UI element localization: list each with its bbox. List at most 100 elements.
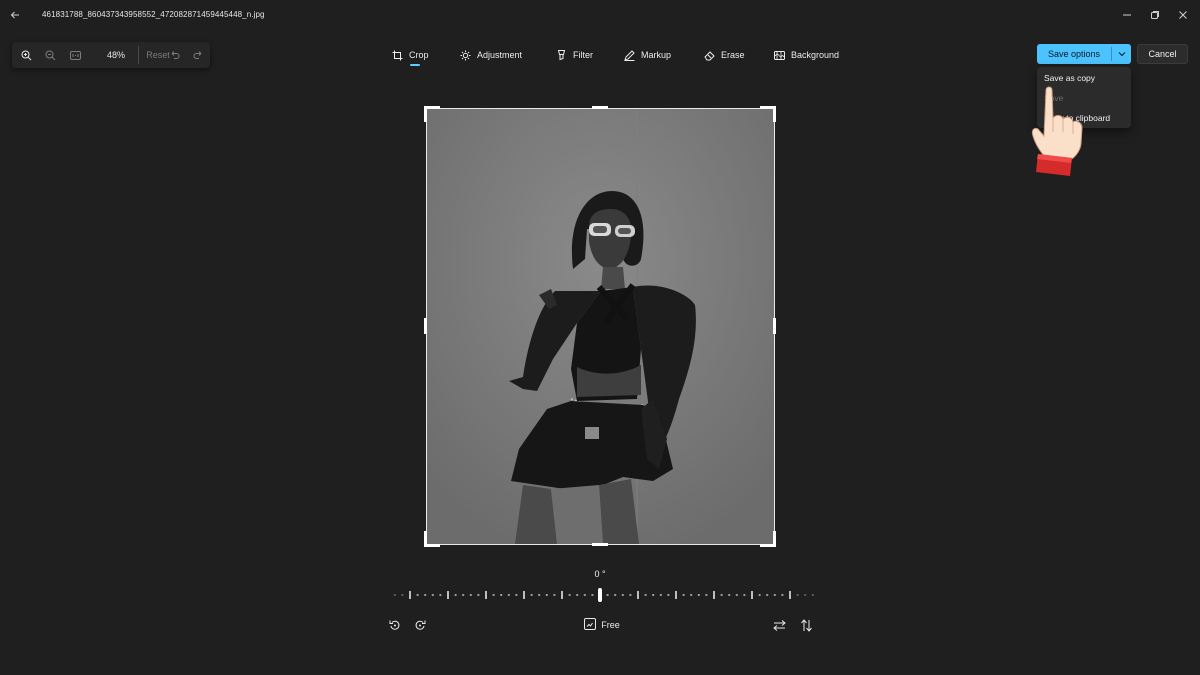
zoom-level[interactable]: 48% bbox=[98, 42, 134, 68]
tab-erase-label: Erase bbox=[721, 50, 745, 60]
close-icon[interactable] bbox=[1174, 7, 1192, 23]
ruler-minor-tick bbox=[583, 594, 586, 596]
crop-frame[interactable] bbox=[426, 108, 775, 545]
ruler-minor-tick bbox=[621, 594, 624, 596]
pen-icon bbox=[623, 49, 635, 61]
flip-vertical-icon[interactable] bbox=[798, 617, 814, 633]
ruler-major-tick bbox=[751, 591, 753, 599]
ruler-minor-tick bbox=[644, 594, 647, 596]
ruler-minor-tick bbox=[545, 594, 548, 596]
ruler-minor-tick bbox=[477, 594, 480, 596]
rotate-right-icon[interactable] bbox=[412, 617, 428, 633]
zoom-in-icon[interactable] bbox=[18, 42, 34, 68]
save-options-label: Save options bbox=[1047, 49, 1101, 59]
sun-icon bbox=[459, 49, 471, 61]
ruler-minor-tick bbox=[500, 594, 503, 596]
crop-handle-top-right[interactable] bbox=[760, 106, 776, 122]
aspect-ratio-icon bbox=[584, 618, 597, 632]
ruler-minor-tick bbox=[705, 594, 708, 596]
zoom-out-icon[interactable] bbox=[42, 42, 58, 68]
tab-erase[interactable]: Erase bbox=[703, 46, 745, 64]
tab-markup-label: Markup bbox=[641, 50, 672, 60]
ruler-minor-tick bbox=[682, 594, 685, 596]
ruler-minor-tick bbox=[454, 594, 457, 596]
ruler-major-tick bbox=[561, 591, 563, 599]
ruler-minor-tick bbox=[393, 594, 396, 596]
restore-icon[interactable] bbox=[1146, 7, 1164, 23]
fit-icon[interactable] bbox=[67, 42, 83, 68]
ruler-minor-tick bbox=[431, 594, 434, 596]
chevron-down-icon[interactable] bbox=[1112, 50, 1131, 59]
ruler-minor-tick bbox=[796, 594, 799, 596]
ruler-minor-tick bbox=[766, 594, 769, 596]
save-options-button[interactable]: Save options bbox=[1037, 44, 1131, 64]
crop-handle-bottom-left[interactable] bbox=[424, 531, 440, 547]
background-icon bbox=[773, 49, 785, 61]
ruler-minor-tick bbox=[515, 594, 518, 596]
tab-adjustment-label: Adjustment bbox=[477, 50, 523, 60]
rotation-slider-thumb bbox=[598, 588, 602, 602]
ruler-minor-tick bbox=[530, 594, 533, 596]
flip-horizontal-icon[interactable] bbox=[771, 617, 787, 633]
crop-handle-bottom-right[interactable] bbox=[760, 531, 776, 547]
ruler-minor-tick bbox=[804, 594, 807, 596]
tab-markup[interactable]: Markup bbox=[623, 46, 671, 64]
title-bar: 461831788_860437343958552_47208287145944… bbox=[0, 0, 1200, 30]
ruler-minor-tick bbox=[758, 594, 761, 596]
ruler-minor-tick bbox=[735, 594, 738, 596]
redo-icon[interactable] bbox=[190, 42, 206, 68]
ruler-minor-tick bbox=[538, 594, 541, 596]
ruler-minor-tick bbox=[629, 594, 632, 596]
undo-icon[interactable] bbox=[167, 42, 183, 68]
back-arrow-icon[interactable] bbox=[6, 6, 24, 24]
ruler-minor-tick bbox=[591, 594, 594, 596]
aspect-ratio-label: Free bbox=[601, 620, 620, 630]
crop-handle-bottom[interactable] bbox=[592, 543, 608, 546]
ruler-minor-tick bbox=[507, 594, 510, 596]
ruler-minor-tick bbox=[553, 594, 556, 596]
ruler-minor-tick bbox=[492, 594, 495, 596]
rotation-slider[interactable] bbox=[388, 588, 814, 602]
ruler-minor-tick bbox=[576, 594, 579, 596]
crop-icon bbox=[391, 49, 403, 61]
tab-crop-label: Crop bbox=[409, 50, 429, 60]
ruler-major-tick bbox=[447, 591, 449, 599]
ruler-minor-tick bbox=[728, 594, 731, 596]
ruler-minor-tick bbox=[462, 594, 465, 596]
tab-adjustment[interactable]: Adjustment bbox=[459, 46, 522, 64]
ruler-minor-tick bbox=[697, 594, 700, 596]
ruler-major-tick bbox=[713, 591, 715, 599]
active-tab-indicator bbox=[410, 64, 420, 66]
crop-handle-right[interactable] bbox=[773, 318, 776, 334]
file-name: 461831788_860437343958552_47208287145944… bbox=[42, 10, 265, 19]
ruler-minor-tick bbox=[720, 594, 723, 596]
tab-background-label: Background bbox=[791, 50, 840, 60]
aspect-ratio-button[interactable]: Free bbox=[582, 617, 622, 633]
crop-handle-top-left[interactable] bbox=[424, 106, 440, 122]
ruler-minor-tick bbox=[811, 594, 814, 596]
ruler-minor-tick bbox=[614, 594, 617, 596]
ruler-minor-tick bbox=[773, 594, 776, 596]
ruler-minor-tick bbox=[439, 594, 442, 596]
cancel-button[interactable]: Cancel bbox=[1137, 44, 1188, 64]
ruler-minor-tick bbox=[606, 594, 609, 596]
tab-crop[interactable]: Crop bbox=[391, 46, 429, 64]
ruler-minor-tick bbox=[568, 594, 571, 596]
ruler-minor-tick bbox=[667, 594, 670, 596]
separator bbox=[138, 46, 139, 64]
ruler-minor-tick bbox=[743, 594, 746, 596]
tab-background[interactable]: Background bbox=[773, 46, 839, 64]
tab-filter[interactable]: Filter bbox=[555, 46, 593, 64]
ruler-minor-tick bbox=[652, 594, 655, 596]
zoom-toolbar: 48% Reset bbox=[12, 42, 210, 68]
crop-handle-left[interactable] bbox=[424, 318, 427, 334]
crop-handle-top[interactable] bbox=[592, 106, 608, 109]
filter-icon bbox=[555, 49, 567, 61]
ruler-major-tick bbox=[637, 591, 639, 599]
menu-item-save-as-copy[interactable]: Save as copy bbox=[1044, 73, 1095, 83]
ruler-minor-tick bbox=[659, 594, 662, 596]
rotate-left-icon[interactable] bbox=[387, 617, 403, 633]
tab-filter-label: Filter bbox=[573, 50, 593, 60]
minimize-icon[interactable] bbox=[1118, 7, 1136, 23]
ruler-major-tick bbox=[523, 591, 525, 599]
